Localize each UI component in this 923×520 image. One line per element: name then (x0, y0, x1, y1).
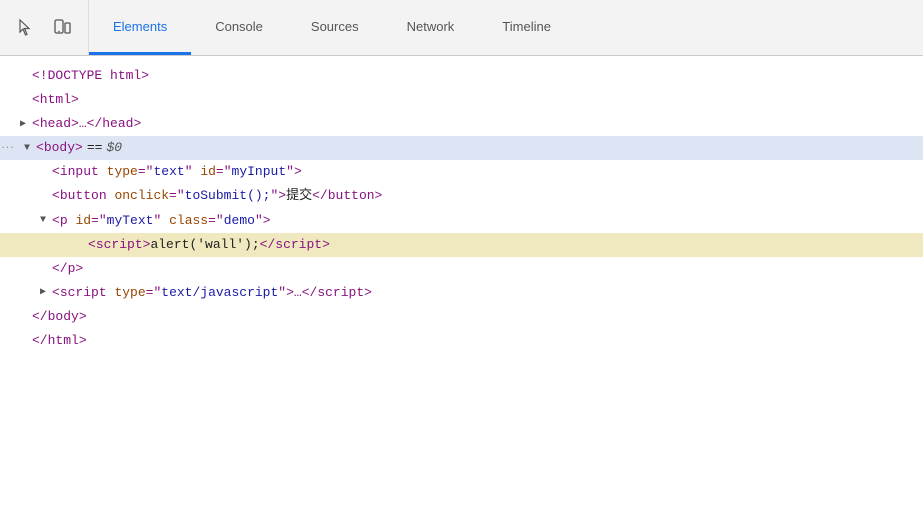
tab-sources-label: Sources (311, 19, 359, 34)
line-script-inline[interactable]: <script>alert('wall');</script> (0, 233, 923, 257)
tab-network-label: Network (407, 19, 455, 34)
tab-timeline-label: Timeline (502, 19, 551, 34)
tab-console[interactable]: Console (191, 0, 287, 55)
tab-sources[interactable]: Sources (287, 0, 383, 55)
line-p-close[interactable]: </p> (0, 257, 923, 281)
devtools-toolbar: Elements Console Sources Network Timelin… (0, 0, 923, 56)
pointer-icon (16, 18, 36, 38)
line-html-open: <html> (0, 88, 923, 112)
line-html-close: </html> (0, 329, 923, 353)
tab-timeline[interactable]: Timeline (478, 0, 575, 55)
script-ext-toggle-icon[interactable]: ▶ (36, 286, 50, 300)
device-toggle-button[interactable] (48, 14, 76, 42)
body-toggle-icon[interactable]: ▼ (20, 141, 34, 155)
head-toggle-icon[interactable]: ▶ (16, 117, 30, 131)
elements-panel[interactable]: <!DOCTYPE html> <html> ▶ <head>…</head> … (0, 56, 923, 520)
doctype-text: <!DOCTYPE html> (32, 65, 149, 87)
line-body[interactable]: ··· ▼ <body> == $0 (0, 136, 923, 160)
line-script-external[interactable]: ▶ <script type="text/javascript" >…</scr… (0, 281, 923, 305)
tab-console-label: Console (215, 19, 263, 34)
line-button[interactable]: <button onclick="toSubmit();" >提交</butto… (0, 184, 923, 208)
tab-elements[interactable]: Elements (89, 0, 191, 55)
line-head[interactable]: ▶ <head>…</head> (0, 112, 923, 136)
tab-elements-label: Elements (113, 19, 167, 34)
dots-indicator: ··· (0, 136, 14, 160)
devtools-tabs: Elements Console Sources Network Timelin… (89, 0, 923, 55)
toolbar-icon-group (0, 0, 89, 55)
line-doctype: <!DOCTYPE html> (0, 64, 923, 88)
line-input[interactable]: <input type="text" id="myInput" > (0, 160, 923, 184)
device-icon (52, 18, 72, 38)
tab-network[interactable]: Network (383, 0, 479, 55)
pointer-tool-button[interactable] (12, 14, 40, 42)
line-p-open[interactable]: ▼ <p id="myText" class="demo" > (0, 209, 923, 233)
p-toggle-icon[interactable]: ▼ (36, 214, 50, 228)
line-body-close: </body> (0, 305, 923, 329)
html-open-text: <html> (32, 89, 79, 111)
